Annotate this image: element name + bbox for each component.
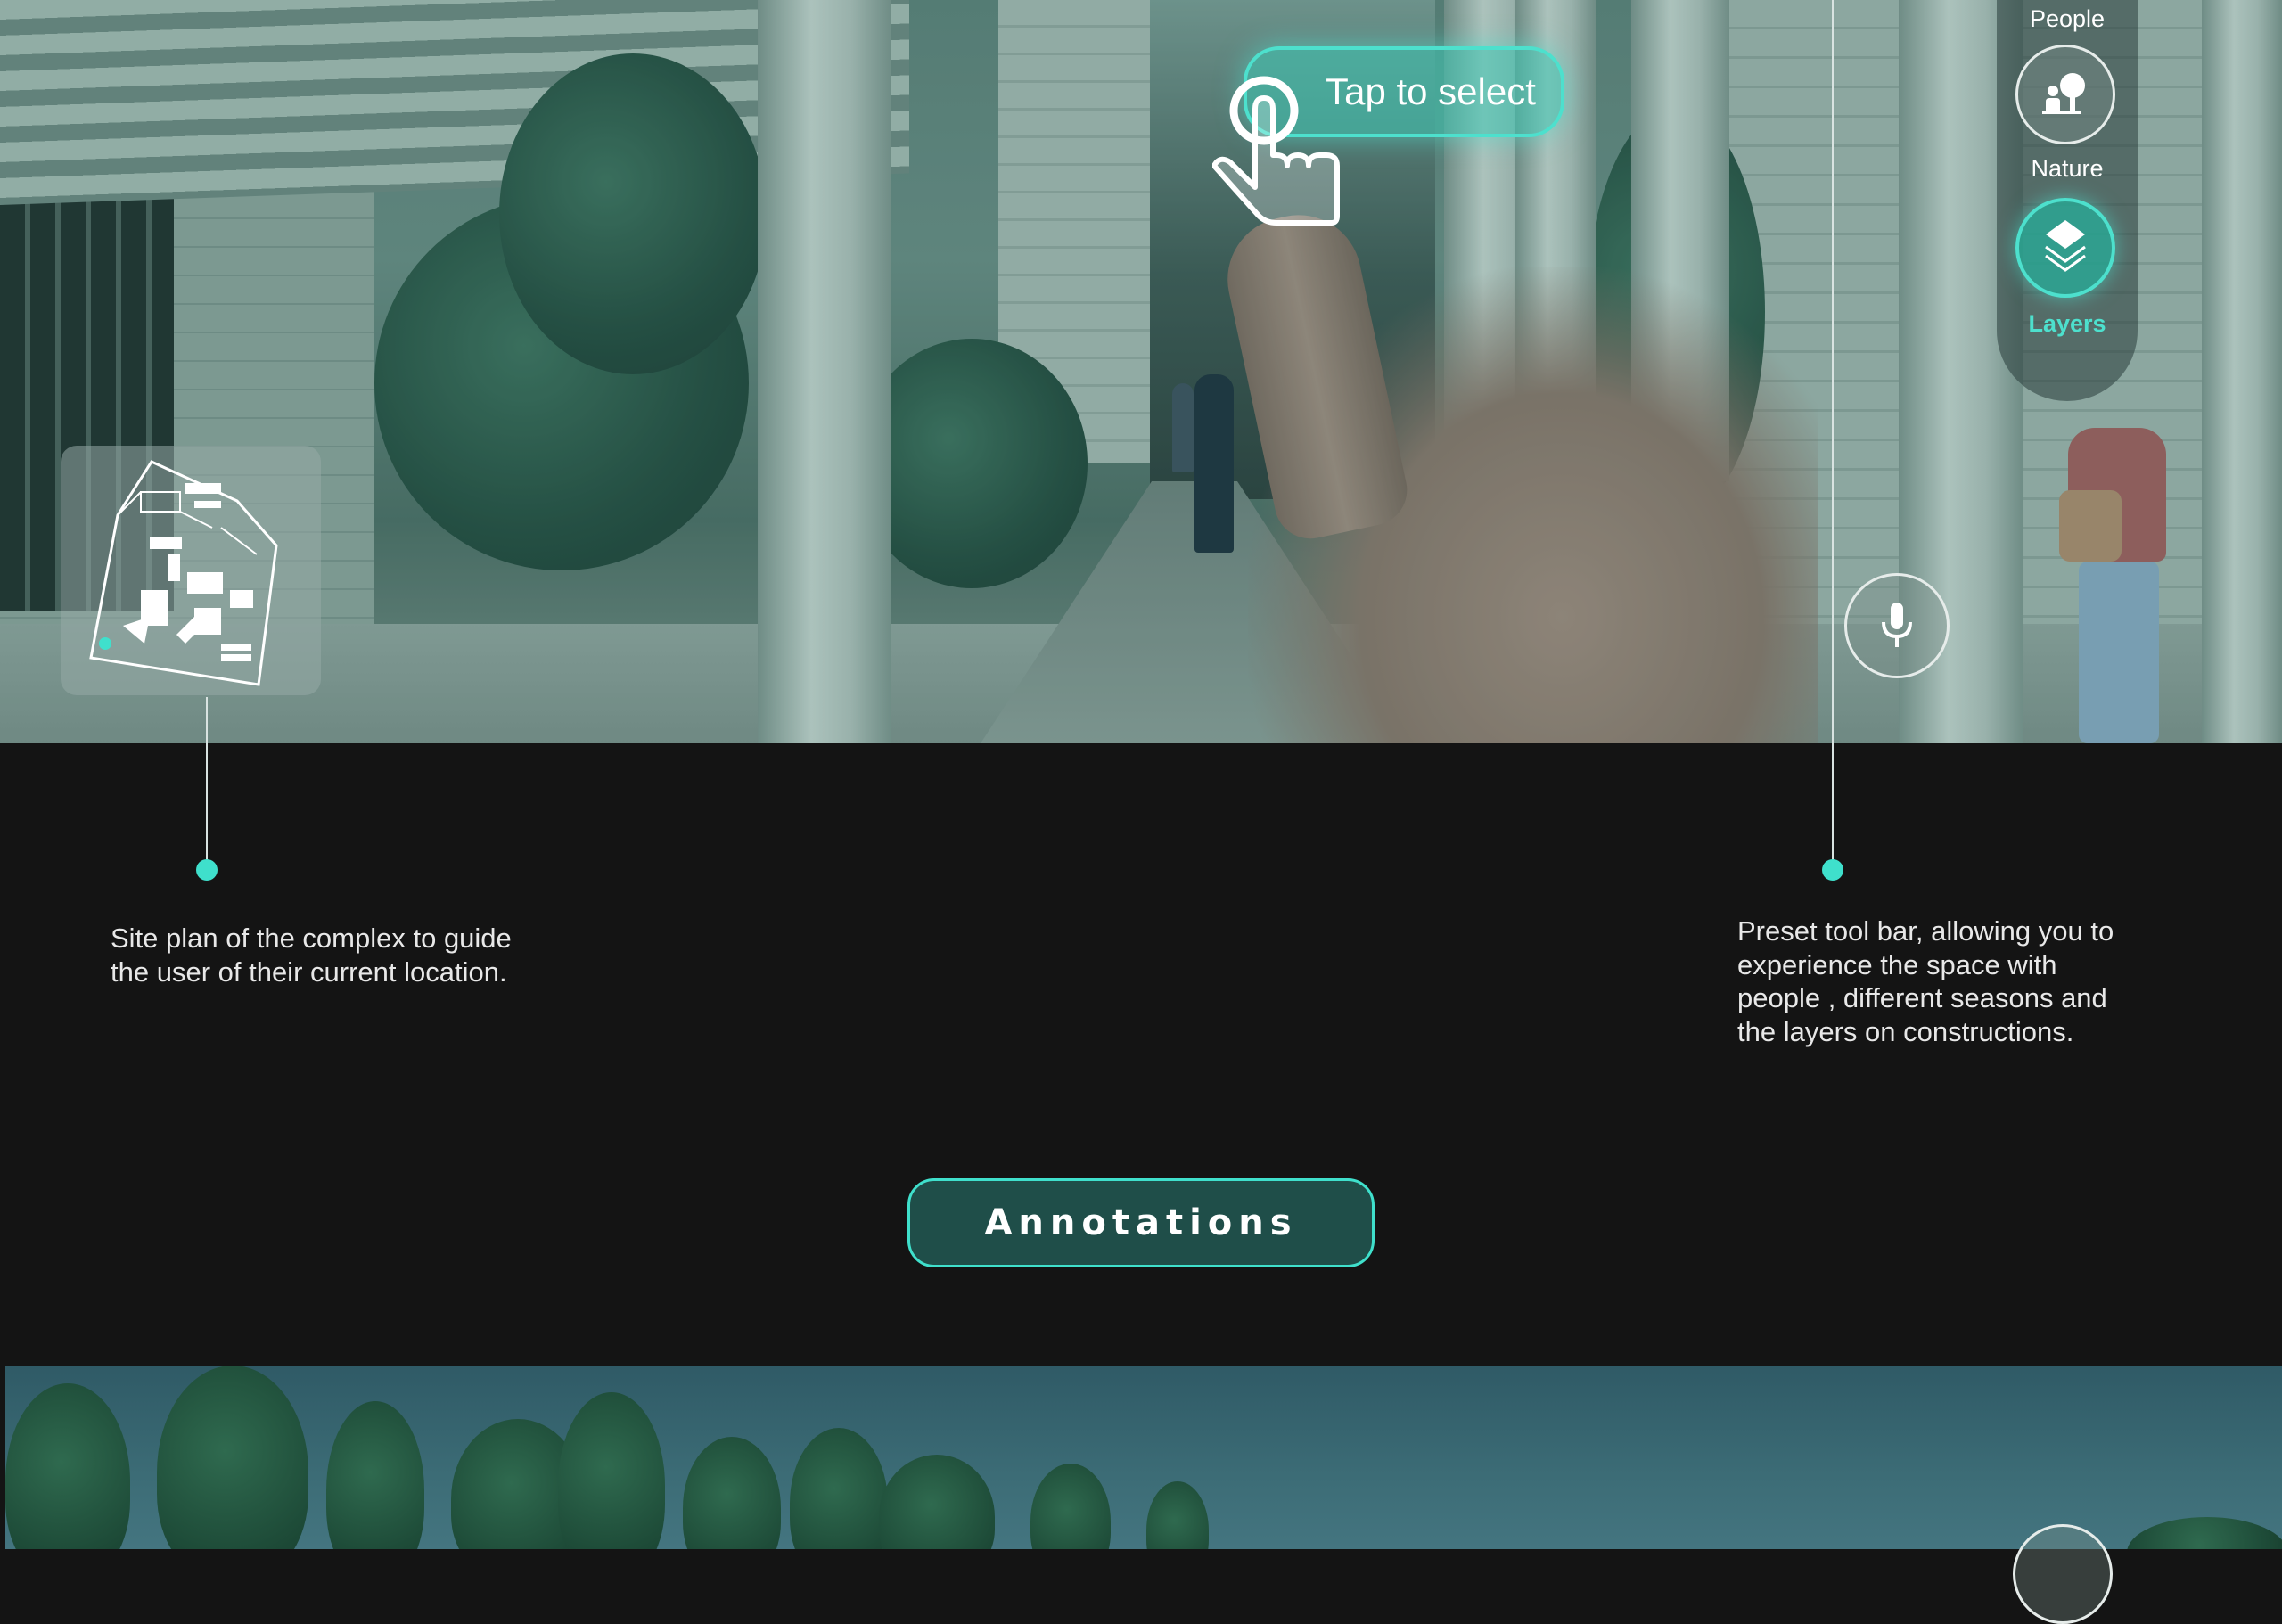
landscape-camera-view [5, 1366, 2282, 1549]
toolbar-label-layers: Layers [2028, 310, 2106, 337]
tree [558, 1392, 665, 1549]
layers-button[interactable] [2015, 198, 2115, 298]
site-plan-caption: Site plan of the complex to guide the us… [111, 923, 512, 988]
microphone-icon [1882, 603, 1912, 647]
toolbar-connector-line [1832, 0, 1834, 870]
microphone-button[interactable] [1844, 573, 1950, 678]
annotations-button-label: Annotations [984, 1202, 1298, 1243]
toolbar-connector-dot [1822, 859, 1843, 881]
tap-to-select-label: Tap to select [1326, 70, 1536, 112]
tree [2127, 1517, 2282, 1549]
tree [5, 1383, 130, 1549]
tree [1030, 1464, 1111, 1549]
toolbar-label-nature: Nature [2031, 155, 2104, 182]
toolbar-label-people: People [2029, 5, 2106, 32]
tree [683, 1437, 781, 1549]
tree [326, 1401, 424, 1549]
tree [1146, 1481, 1209, 1549]
tree [157, 1366, 308, 1549]
site-plan-minimap[interactable] [61, 446, 321, 695]
site-plan-connector-line [206, 697, 208, 871]
annotations-button[interactable]: Annotations [907, 1178, 1375, 1267]
preset-toolbar: People Nature Layers [1997, 0, 2138, 401]
toolbar-caption: Preset tool bar, allowing you to experie… [1737, 915, 2114, 1047]
people-button[interactable] [2015, 45, 2115, 144]
tree [790, 1428, 888, 1549]
tree [879, 1455, 995, 1549]
hand-pointer-icon [1212, 76, 1340, 226]
site-plan-map-icon [89, 460, 278, 686]
people-icon [2042, 73, 2085, 114]
toolbar-button-partial[interactable] [2013, 1524, 2113, 1624]
layers-icon [2045, 220, 2086, 272]
site-plan-connector-dot [196, 859, 218, 881]
